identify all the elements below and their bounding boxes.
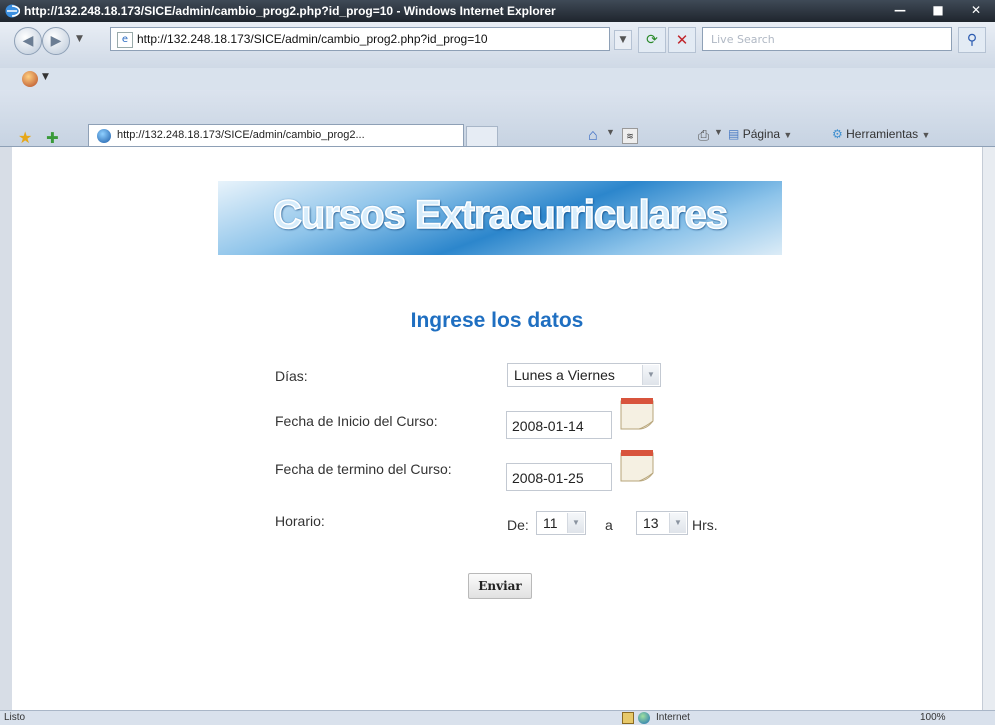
tab-current[interactable]: http://132.248.18.173/SICE/admin/cambio_… xyxy=(88,124,464,146)
tools-gear-icon: ⚙ xyxy=(832,127,843,141)
forward-button[interactable]: ▶ xyxy=(42,27,70,55)
horario-label: Horario: xyxy=(275,513,325,529)
status-text: Listo xyxy=(4,712,26,723)
feeds-icon[interactable]: ≋ xyxy=(622,128,638,144)
dias-value: Lunes a Viernes xyxy=(514,367,615,383)
addon-dropdown[interactable]: ▼ xyxy=(42,72,49,82)
hora-fin-value: 13 xyxy=(643,515,659,531)
print-icon[interactable]: ⎙ xyxy=(698,127,709,144)
address-row: ◀ ▶ ▼ e http://132.248.18.173/SICE/admin… xyxy=(0,22,995,68)
hrs-label: Hrs. xyxy=(692,517,718,533)
address-field[interactable]: e http://132.248.18.173/SICE/admin/cambi… xyxy=(110,27,610,51)
banner-title: Cursos Extracurriculares xyxy=(272,192,729,238)
zone-text: Internet xyxy=(656,712,690,723)
close-button[interactable]: ✕ xyxy=(961,2,991,18)
page-icon: e xyxy=(117,32,133,48)
tab-label: http://132.248.18.173/SICE/admin/cambio_… xyxy=(117,129,365,141)
page-content: Cursos Extracurriculares Ingrese los dat… xyxy=(12,147,982,710)
fecha-inicio-input[interactable]: 2008-01-14 xyxy=(506,411,612,439)
fecha-termino-label: Fecha de termino del Curso: xyxy=(275,461,452,477)
page-menu-label: Página xyxy=(742,127,781,141)
address-dropdown[interactable]: ▼ xyxy=(614,30,632,50)
status-bar: Listo Internet 100% xyxy=(0,710,995,725)
url-text: http://132.248.18.173/SICE/admin/cambio_… xyxy=(137,32,488,46)
page-menu-icon: ▤ xyxy=(728,127,740,141)
addon-row: ▼ xyxy=(0,68,995,90)
home-icon[interactable]: ⌂ xyxy=(588,127,598,145)
dias-select[interactable]: Lunes a Viernes ▼ xyxy=(507,363,661,387)
chevron-down-icon: ▼ xyxy=(567,513,584,533)
banner: Cursos Extracurriculares xyxy=(218,181,782,255)
refresh-button[interactable]: ⟳ xyxy=(638,27,666,53)
tab-favicon-icon xyxy=(97,129,111,143)
vertical-scrollbar[interactable] xyxy=(982,147,995,710)
window-title: http://132.248.18.173/SICE/admin/cambio_… xyxy=(24,4,556,18)
refresh-icon: ⟳ xyxy=(646,32,658,48)
add-favorites-icon[interactable]: ✚ xyxy=(46,130,59,146)
enviar-button[interactable]: Enviar xyxy=(468,573,532,599)
calendar-icon[interactable] xyxy=(618,395,658,431)
zoom-level[interactable]: 100% xyxy=(920,712,946,723)
fecha-inicio-label: Fecha de Inicio del Curso: xyxy=(275,413,438,429)
search-placeholder: Live Search xyxy=(711,33,775,46)
search-icon: ⚲ xyxy=(966,32,978,48)
search-input[interactable]: Live Search xyxy=(702,27,952,51)
de-label: De: xyxy=(507,517,529,533)
minimize-button[interactable]: — xyxy=(885,2,915,18)
addon-icon[interactable] xyxy=(22,71,38,87)
a-label: a xyxy=(605,517,613,533)
title-bar: http://132.248.18.173/SICE/admin/cambio_… xyxy=(0,0,995,22)
favorites-star-icon[interactable]: ★ xyxy=(18,130,32,146)
fecha-termino-input[interactable]: 2008-01-25 xyxy=(506,463,612,491)
tab-row: ★ ✚ http://132.248.18.173/SICE/admin/cam… xyxy=(0,90,995,147)
back-button[interactable]: ◀ xyxy=(14,27,42,55)
protected-mode-icon xyxy=(622,712,634,724)
maximize-button[interactable]: ■ xyxy=(923,2,953,18)
chevron-down-icon: ▼ xyxy=(642,365,659,385)
calendar-icon[interactable] xyxy=(618,447,658,483)
hora-fin-select[interactable]: 13 ▼ xyxy=(636,511,688,535)
page-menu[interactable]: ▤ Página ▼ xyxy=(728,127,792,141)
chevron-down-icon: ▼ xyxy=(669,513,686,533)
hora-inicio-select[interactable]: 11 ▼ xyxy=(536,511,586,535)
browser-window: http://132.248.18.173/SICE/admin/cambio_… xyxy=(0,0,995,725)
globe-icon xyxy=(638,712,650,724)
ie-logo-icon xyxy=(5,4,20,18)
back-icon: ◀ xyxy=(22,33,34,49)
print-dropdown[interactable]: ▼ xyxy=(714,127,723,137)
history-dropdown[interactable]: ▼ xyxy=(76,34,83,44)
dias-label: Días: xyxy=(275,368,308,384)
new-tab-button[interactable] xyxy=(466,126,498,146)
search-button[interactable]: ⚲ xyxy=(958,27,986,53)
hora-inicio-value: 11 xyxy=(543,515,558,531)
home-dropdown[interactable]: ▼ xyxy=(606,127,615,137)
fecha-termino-value: 2008-01-25 xyxy=(512,470,584,486)
forward-icon: ▶ xyxy=(50,33,62,49)
stop-icon: ✕ xyxy=(675,31,689,49)
tools-menu[interactable]: ⚙ Herramientas ▼ xyxy=(832,127,930,141)
fecha-inicio-value: 2008-01-14 xyxy=(512,418,584,434)
stop-button[interactable]: ✕ xyxy=(668,27,696,53)
tools-menu-label: Herramientas xyxy=(846,127,919,141)
page-heading: Ingrese los datos xyxy=(410,309,584,332)
